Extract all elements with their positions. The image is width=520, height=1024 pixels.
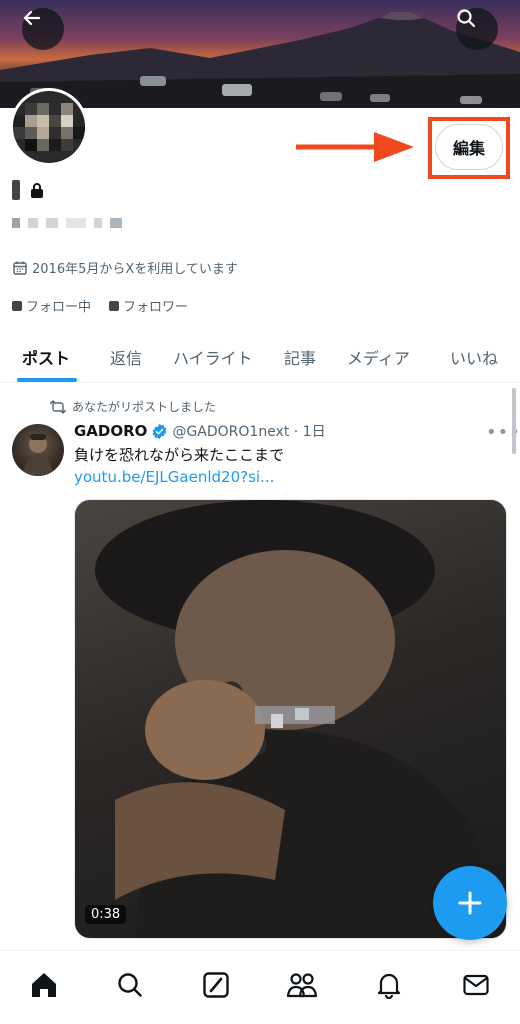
mail-icon xyxy=(463,974,489,996)
post-handle-time: @GADORO1next · 1日 xyxy=(172,424,326,440)
arrow-annotation-icon xyxy=(296,132,414,162)
grok-icon xyxy=(203,972,229,998)
back-button[interactable] xyxy=(22,8,64,50)
redacted-handle xyxy=(12,218,122,228)
home-icon xyxy=(32,973,56,997)
repost-icon xyxy=(50,399,66,414)
active-tab-indicator xyxy=(17,378,77,382)
post-video[interactable]: 0:38 xyxy=(74,499,507,939)
nav-grok[interactable] xyxy=(200,969,232,1001)
following-link[interactable]: フォロー中 xyxy=(26,296,91,315)
arrow-left-icon xyxy=(23,10,41,26)
tab-articles[interactable]: 記事 xyxy=(284,330,316,383)
scrollbar[interactable] xyxy=(512,388,516,454)
avatar-image xyxy=(13,91,85,163)
tab-posts[interactable]: ポスト xyxy=(22,330,70,383)
profile-tabs: ポスト 返信 ハイライト 記事 メディア いいね xyxy=(0,330,520,383)
video-frame xyxy=(95,500,506,938)
follow-stats: フォロー中 フォロワー xyxy=(12,296,188,315)
joined-text: 2016年5月からXを利用しています xyxy=(32,262,238,277)
profile-name-row xyxy=(12,180,44,200)
profile-avatar[interactable] xyxy=(10,88,88,166)
edit-profile-button[interactable]: 編集 xyxy=(435,124,503,170)
avatar-image xyxy=(22,434,54,476)
post-author-name[interactable]: GADORO xyxy=(74,422,147,440)
followers-link[interactable]: フォロワー xyxy=(123,296,188,315)
post-text: 負けを恐れながら来たここまで xyxy=(74,446,285,464)
post-link[interactable]: youtu.be/EJLGaenld20?si... xyxy=(74,468,274,486)
repost-context: あなたがリポストしました xyxy=(50,398,216,415)
nav-messages[interactable] xyxy=(460,969,492,1001)
verified-badge-icon xyxy=(153,423,167,439)
nav-home[interactable] xyxy=(28,969,60,1001)
tab-media[interactable]: メディア xyxy=(347,330,410,383)
tab-likes[interactable]: いいね xyxy=(450,330,498,383)
search-button[interactable] xyxy=(456,8,498,50)
followers-count-redacted xyxy=(109,300,120,311)
nav-notifications[interactable] xyxy=(373,969,405,1001)
bell-icon xyxy=(377,973,401,999)
bottom-nav xyxy=(0,950,520,1024)
communities-icon xyxy=(286,973,318,998)
search-icon xyxy=(118,973,142,997)
compose-button[interactable] xyxy=(433,866,507,940)
tab-highlights[interactable]: ハイライト xyxy=(173,330,253,383)
lock-icon xyxy=(31,183,43,198)
joined-date: 2016年5月からXを利用しています xyxy=(12,258,238,277)
video-duration: 0:38 xyxy=(85,905,127,924)
following-count-redacted xyxy=(12,300,22,311)
repost-text: あなたがリポストしました xyxy=(72,400,217,414)
tab-replies[interactable]: 返信 xyxy=(110,330,142,383)
plus-icon xyxy=(458,891,482,915)
nav-communities[interactable] xyxy=(286,969,318,1001)
post-author-avatar[interactable] xyxy=(12,424,64,476)
profile-banner[interactable] xyxy=(0,0,520,108)
mountain-scene xyxy=(0,12,520,108)
post-header: GADORO @GADORO1next · 1日 xyxy=(74,421,326,441)
redacted-name xyxy=(12,180,20,200)
search-icon xyxy=(457,9,476,28)
calendar-icon xyxy=(13,261,27,275)
nav-search[interactable] xyxy=(114,969,146,1001)
